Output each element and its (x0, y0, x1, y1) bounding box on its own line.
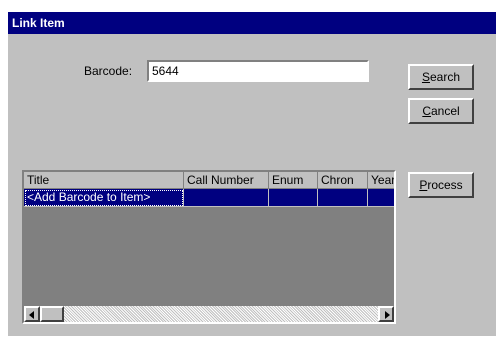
title-bar: Link Item (8, 12, 496, 34)
scroll-left-button[interactable] (24, 306, 40, 322)
grid-body: Title Call Number Enum Chron Year <Add B… (24, 172, 394, 322)
link-item-dialog: Link Item Barcode: 5644 Search Cancel Pr… (8, 12, 496, 336)
cancel-button[interactable]: Cancel (408, 98, 474, 124)
column-header-year[interactable]: Year (368, 172, 394, 189)
table-row[interactable]: <Add Barcode to Item> (24, 189, 394, 207)
cancel-button-label: ancel (430, 104, 460, 118)
items-grid[interactable]: Title Call Number Enum Chron Year <Add B… (22, 170, 396, 324)
column-header-chron[interactable]: Chron (318, 172, 368, 189)
table-cell-title[interactable]: <Add Barcode to Item> (24, 189, 184, 207)
column-header-enum[interactable]: Enum (269, 172, 318, 189)
cancel-button-mnemonic: C (422, 104, 431, 118)
scrollbar-thumb[interactable] (40, 306, 64, 322)
arrow-left-icon (29, 311, 34, 319)
process-button[interactable]: Process (408, 172, 474, 198)
table-cell-enum[interactable] (269, 189, 318, 207)
horizontal-scrollbar[interactable] (24, 306, 394, 322)
table-cell-call-number[interactable] (184, 189, 269, 207)
process-button-label: rocess (427, 178, 463, 192)
scroll-right-button[interactable] (378, 306, 394, 322)
arrow-right-icon (385, 311, 390, 319)
search-button-label: earch (429, 70, 461, 84)
search-button-mnemonic: S (421, 70, 430, 84)
grid-header: Title Call Number Enum Chron Year (24, 172, 394, 189)
column-header-call-number[interactable]: Call Number (184, 172, 269, 189)
column-header-title[interactable]: Title (24, 172, 184, 189)
table-cell-chron[interactable] (318, 189, 368, 207)
search-button[interactable]: Search (408, 64, 474, 90)
barcode-input[interactable]: 5644 (147, 60, 369, 82)
table-cell-year[interactable] (368, 189, 394, 207)
barcode-label: Barcode: (84, 64, 133, 78)
window-title: Link Item (12, 16, 65, 30)
